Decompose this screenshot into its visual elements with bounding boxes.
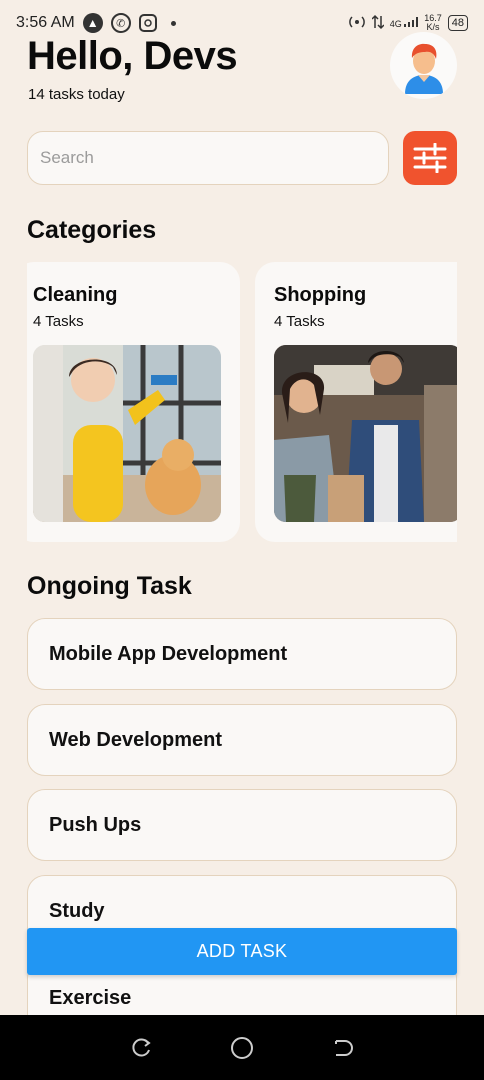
recents-button[interactable]: [126, 1033, 156, 1063]
recents-icon: [132, 1038, 151, 1056]
avatar[interactable]: [390, 32, 457, 99]
status-time: 3:56 AM: [16, 14, 75, 31]
greeting-title: Hello, Devs: [27, 34, 238, 78]
category-task-count: 4 Tasks: [274, 313, 325, 330]
task-item[interactable]: Mobile App Development: [27, 618, 457, 690]
network-type: 4G: [390, 17, 419, 29]
task-title: Exercise: [49, 987, 132, 1009]
hotspot-icon: [348, 14, 366, 33]
ongoing-task-heading: Ongoing Task: [27, 572, 192, 600]
home-button[interactable]: [227, 1033, 257, 1063]
task-title: Study: [49, 900, 105, 922]
category-card-shopping[interactable]: Shopping 4 Tasks: [255, 262, 457, 542]
system-nav-bar: [0, 1015, 484, 1080]
task-title: Mobile App Development: [49, 642, 288, 665]
battery-icon: 48: [447, 15, 468, 31]
task-title: Web Development: [49, 728, 222, 751]
filter-button[interactable]: [403, 131, 457, 185]
task-item[interactable]: Push Ups: [27, 789, 457, 861]
whatsapp-icon: ✆: [110, 13, 131, 33]
more-notifications-icon: [170, 20, 176, 26]
network-speed: 16.7 K/s: [424, 13, 442, 32]
tasks-today-count: 14 tasks today: [28, 86, 125, 103]
back-icon: [335, 1039, 354, 1056]
task-title: Push Ups: [49, 813, 142, 836]
user-avatar-icon: [404, 43, 443, 94]
back-button[interactable]: [328, 1033, 358, 1063]
app-notification-icon: ▲: [82, 13, 103, 33]
category-card-cleaning[interactable]: Cleaning 4 Tasks: [27, 262, 240, 542]
data-transfer-icon: [371, 14, 385, 33]
category-name: Cleaning: [33, 284, 118, 306]
shopping-photo: [274, 345, 457, 522]
categories-carousel[interactable]: Cleaning 4 Tasks Shopping 4 Tasks: [27, 262, 457, 542]
add-task-button[interactable]: ADD TASK: [27, 928, 457, 975]
categories-heading: Categories: [27, 216, 157, 244]
cleaning-photo: [33, 345, 221, 522]
task-item[interactable]: Web Development: [27, 704, 457, 776]
category-task-count: 4 Tasks: [33, 313, 84, 330]
sliders-icon: [413, 143, 447, 173]
home-icon: [230, 1036, 253, 1059]
search-input[interactable]: [27, 131, 389, 185]
category-name: Shopping: [274, 284, 367, 306]
instagram-icon: [138, 14, 157, 32]
